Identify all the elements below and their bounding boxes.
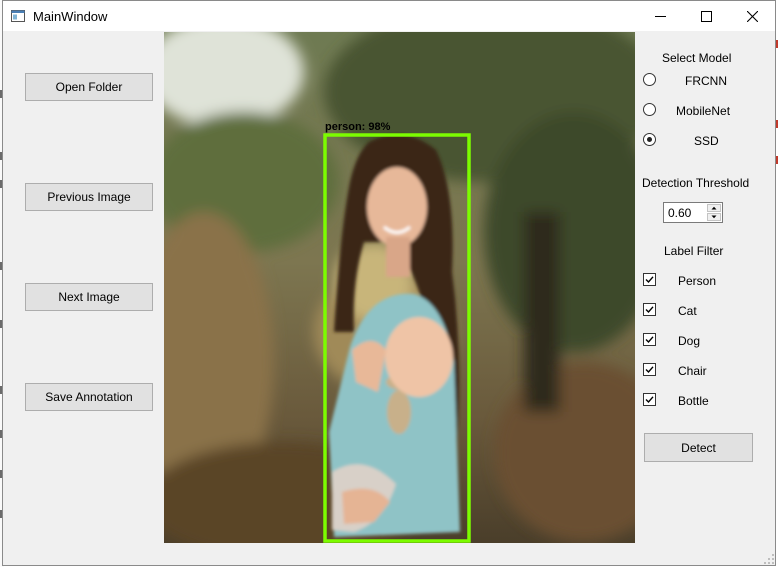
checkbox-bottle[interactable]	[643, 393, 656, 406]
open-folder-button[interactable]: Open Folder	[25, 73, 153, 101]
minimize-button[interactable]	[637, 1, 683, 31]
arrow-down-icon	[711, 215, 717, 219]
radio-selected-dot	[647, 137, 652, 142]
maximize-icon	[700, 10, 712, 22]
radio-frcnn-label[interactable]: FRCNN	[685, 74, 727, 88]
next-image-button[interactable]: Next Image	[25, 283, 153, 311]
photo-with-detection: person: 98%	[164, 32, 635, 543]
checkmark-icon	[645, 396, 654, 404]
radio-mobilenet-label[interactable]: MobileNet	[676, 104, 730, 118]
checkbox-dog[interactable]	[643, 333, 656, 346]
threshold-spinbox[interactable]: 0.60	[663, 202, 723, 223]
radio-mobilenet[interactable]	[643, 103, 656, 116]
checkbox-chair-label[interactable]: Chair	[678, 364, 707, 378]
spin-down-button[interactable]	[707, 213, 721, 221]
close-button[interactable]	[729, 1, 775, 31]
resize-grip-icon[interactable]	[763, 553, 775, 565]
radio-frcnn[interactable]	[643, 73, 656, 86]
spin-up-button[interactable]	[707, 204, 721, 212]
radio-ssd-label[interactable]: SSD	[694, 134, 719, 148]
arrow-up-icon	[711, 206, 717, 210]
window-title: MainWindow	[33, 9, 108, 24]
detect-button[interactable]: Detect	[644, 433, 753, 462]
checkbox-chair[interactable]	[643, 363, 656, 376]
checkmark-icon	[645, 366, 654, 374]
checkbox-dog-label[interactable]: Dog	[678, 334, 700, 348]
checkmark-icon	[645, 336, 654, 344]
save-annotation-button[interactable]: Save Annotation	[25, 383, 153, 411]
threshold-value[interactable]: 0.60	[668, 206, 691, 220]
spin-arrows	[707, 204, 721, 221]
select-model-label: Select Model	[662, 51, 732, 65]
checkbox-bottle-label[interactable]: Bottle	[678, 394, 709, 408]
checkbox-cat-label[interactable]: Cat	[678, 304, 697, 318]
checkbox-person-label[interactable]: Person	[678, 274, 716, 288]
checkbox-cat[interactable]	[643, 303, 656, 316]
detection-label: person: 98%	[325, 121, 391, 133]
maximize-button[interactable]	[683, 1, 729, 31]
detection-threshold-label: Detection Threshold	[642, 176, 750, 190]
title-bar[interactable]: MainWindow	[3, 1, 775, 31]
app-window-icon	[11, 10, 25, 22]
checkbox-person[interactable]	[643, 273, 656, 286]
checkmark-icon	[645, 306, 654, 314]
radio-ssd[interactable]	[643, 133, 656, 146]
image-display: person: 98%	[164, 32, 635, 543]
checkmark-icon	[645, 276, 654, 284]
label-filter-label: Label Filter	[664, 244, 724, 258]
previous-image-button[interactable]: Previous Image	[25, 183, 153, 211]
minimize-icon	[654, 15, 666, 17]
close-icon	[746, 10, 758, 22]
main-window: MainWindow Open Folder Previous Image Ne…	[2, 0, 776, 566]
